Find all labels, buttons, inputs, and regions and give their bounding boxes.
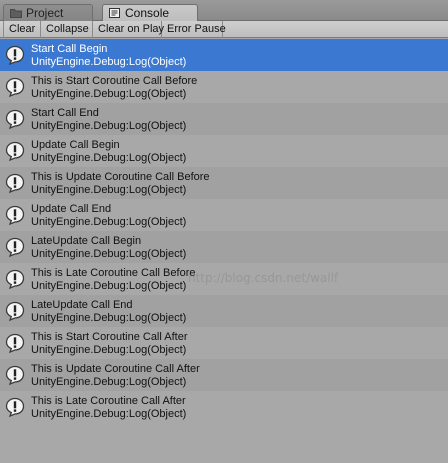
- info-log-icon: [5, 173, 25, 193]
- log-source: UnityEngine.Debug:Log(Object): [31, 376, 187, 388]
- log-source: UnityEngine.Debug:Log(Object): [31, 344, 187, 356]
- log-message: Start Call End: [31, 107, 99, 119]
- info-log-icon: [5, 365, 25, 385]
- log-source: UnityEngine.Debug:Log(Object): [31, 152, 187, 164]
- log-message: This is Start Coroutine Call Before: [31, 75, 198, 87]
- log-source: UnityEngine.Debug:Log(Object): [31, 88, 187, 100]
- console-toolbar: Clear Collapse Clear on Play Error Pause: [0, 21, 448, 38]
- log-message: Start Call Begin: [31, 43, 108, 55]
- log-entry[interactable]: This is Update Coroutine Call Before Unit…: [0, 167, 448, 199]
- info-log-icon: [5, 205, 25, 225]
- info-log-icon: [5, 269, 25, 289]
- tab-console-label: Console: [125, 6, 170, 20]
- log-entry[interactable]: LateUpdate Call End UnityEngine.Debug:Log…: [0, 295, 448, 327]
- tab-bar: Project Console: [0, 0, 448, 21]
- folder-icon: [10, 9, 22, 18]
- log-source: UnityEngine.Debug:Log(Object): [31, 312, 187, 324]
- collapse-button[interactable]: Collapse: [41, 21, 93, 38]
- log-source: UnityEngine.Debug:Log(Object): [31, 56, 187, 68]
- tab-project[interactable]: Project: [3, 4, 93, 21]
- info-log-icon: [5, 301, 25, 321]
- log-source: UnityEngine.Debug:Log(Object): [31, 216, 187, 228]
- info-log-icon: [5, 45, 25, 65]
- log-message: Update Call Begin: [31, 139, 120, 151]
- info-log-icon: [5, 141, 25, 161]
- log-list[interactable]: Start Call Begin UnityEngine.Debug:Log(Ob…: [0, 39, 448, 463]
- log-entry[interactable]: This is Late Coroutine Call After UnityEn…: [0, 391, 448, 423]
- log-entry[interactable]: This is Update Coroutine Call After Unity…: [0, 359, 448, 391]
- log-message: LateUpdate Call End: [31, 299, 133, 311]
- log-message: This is Update Coroutine Call Before: [31, 171, 210, 183]
- log-message: This is Start Coroutine Call After: [31, 331, 188, 343]
- info-log-icon: [5, 237, 25, 257]
- log-message: This is Late Coroutine Call Before: [31, 267, 196, 279]
- log-entry[interactable]: Update Call End UnityEngine.Debug:Log(Obj…: [0, 199, 448, 231]
- clear-on-play-button[interactable]: Clear on Play: [93, 21, 164, 38]
- info-log-icon: [5, 77, 25, 97]
- error-pause-button[interactable]: Error Pause: [162, 21, 226, 38]
- log-message: This is Update Coroutine Call After: [31, 363, 200, 375]
- log-entry[interactable]: This is Start Coroutine Call After UnityE…: [0, 327, 448, 359]
- log-source: UnityEngine.Debug:Log(Object): [31, 408, 187, 420]
- log-entry[interactable]: Update Call Begin UnityEngine.Debug:Log(O…: [0, 135, 448, 167]
- watermark: http://blog.csdn.net/wallf: [188, 271, 339, 285]
- log-source: UnityEngine.Debug:Log(Object): [31, 248, 187, 260]
- log-entry[interactable]: Start Call End UnityEngine.Debug:Log(Obje…: [0, 103, 448, 135]
- log-entry[interactable]: Start Call Begin UnityEngine.Debug:Log(Ob…: [0, 39, 448, 71]
- console-icon: [109, 8, 120, 18]
- log-message: This is Late Coroutine Call After: [31, 395, 186, 407]
- log-entry[interactable]: LateUpdate Call Begin UnityEngine.Debug:L…: [0, 231, 448, 263]
- tab-project-label: Project: [26, 6, 64, 20]
- log-source: UnityEngine.Debug:Log(Object): [31, 184, 187, 196]
- log-source: UnityEngine.Debug:Log(Object): [31, 280, 187, 292]
- info-log-icon: [5, 397, 25, 417]
- tab-console[interactable]: Console: [102, 4, 198, 21]
- info-log-icon: [5, 333, 25, 353]
- info-log-icon: [5, 109, 25, 129]
- log-message: LateUpdate Call Begin: [31, 235, 142, 247]
- log-message: Update Call End: [31, 203, 112, 215]
- clear-button[interactable]: Clear: [3, 21, 41, 38]
- log-entry[interactable]: This is Start Coroutine Call Before Unity…: [0, 71, 448, 103]
- log-source: UnityEngine.Debug:Log(Object): [31, 120, 187, 132]
